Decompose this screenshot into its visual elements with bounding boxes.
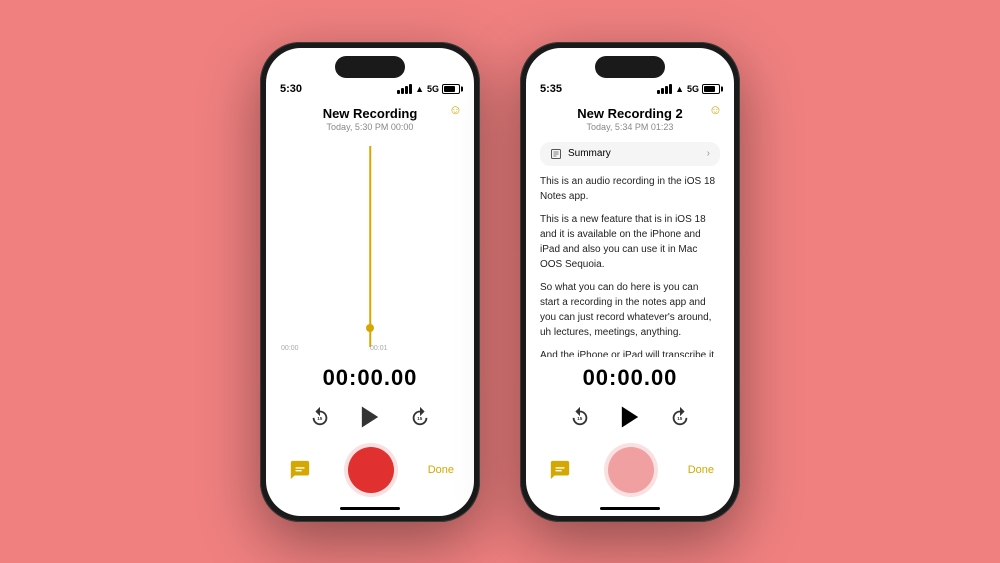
emoji-button-2[interactable]: ☺ [709, 102, 722, 117]
phone-2: 5:35 ▲ 5G [520, 42, 740, 522]
dynamic-island-2 [595, 56, 665, 78]
waveform-canvas-1: 00:00 00:01 [266, 136, 474, 357]
emoji-button-1[interactable]: ☺ [449, 102, 462, 117]
network-type-1: 5G [427, 84, 439, 94]
done-button-1[interactable]: Done [428, 464, 454, 476]
play-button-2[interactable] [614, 401, 646, 433]
status-time-1: 5:30 [280, 83, 302, 95]
summary-icon [550, 148, 562, 160]
transcript-p3: So what you can do here is you can start… [540, 280, 720, 340]
status-bar-2: 5:35 ▲ 5G [526, 78, 734, 98]
phone-2-screen: 5:35 ▲ 5G [526, 48, 734, 516]
svg-text:15: 15 [417, 415, 423, 420]
signal-bars-1 [397, 84, 412, 94]
timeline-label-mid-1: 00:01 [370, 345, 388, 352]
home-indicator-2 [600, 507, 660, 510]
skip-back-button-1[interactable]: 15 [306, 403, 334, 431]
bar2 [401, 88, 404, 94]
bottom-bar-2: Done [526, 441, 734, 503]
phone-1-screen: 5:30 ▲ 5G [266, 48, 474, 516]
skip-back-button-2[interactable]: 15 [566, 403, 594, 431]
playback-controls-1: 15 15 [266, 397, 474, 441]
svg-text:15: 15 [577, 415, 583, 420]
waveform-area-1: 00:00 00:01 [266, 136, 474, 357]
bar2 [661, 88, 664, 94]
chat-button-1[interactable] [286, 456, 314, 484]
transcript-p4: And the iPhone or iPad will transcribe i… [540, 348, 720, 357]
status-time-2: 5:35 [540, 83, 562, 95]
play-button-1[interactable] [354, 401, 386, 433]
skip-forward-button-1[interactable]: 15 [406, 403, 434, 431]
phone-2-body: 5:35 ▲ 5G [520, 42, 740, 522]
battery-fill-1 [444, 86, 455, 92]
timer-text-1: 00:00.00 [323, 365, 418, 390]
status-icons-2: ▲ 5G [657, 84, 720, 94]
summary-label-2: Summary [568, 148, 611, 159]
signal-bars-2 [657, 84, 672, 94]
recording-meta-2: Today, 5:34 PM 01:23 [536, 122, 724, 132]
battery-fill-2 [704, 86, 715, 92]
bar1 [657, 90, 660, 94]
network-type-2: 5G [687, 84, 699, 94]
recording-meta-1: Today, 5:30 PM 00:00 [276, 122, 464, 132]
status-bar-1: 5:30 ▲ 5G [266, 78, 474, 98]
timeline-dot-1 [366, 324, 374, 332]
bar4 [669, 84, 672, 94]
timeline-label-start-1: 00:00 [281, 345, 299, 352]
recording-title-1: New Recording [276, 106, 464, 121]
timeline-line-1 [369, 146, 371, 347]
timeline-labels-1: 00:00 00:01 [266, 345, 474, 352]
recording-header-1: New Recording Today, 5:30 PM 00:00 ☺ [266, 98, 474, 136]
bar3 [665, 86, 668, 94]
summary-button-2[interactable]: Summary › [540, 142, 720, 166]
summary-chevron-2: › [707, 148, 710, 159]
phone-1: 5:30 ▲ 5G [260, 42, 480, 522]
phone-1-body: 5:30 ▲ 5G [260, 42, 480, 522]
summary-btn-left-2: Summary [550, 148, 611, 160]
battery-icon-1 [442, 84, 460, 94]
timer-text-2: 00:00.00 [583, 365, 678, 390]
bar1 [397, 90, 400, 94]
record-button-1[interactable] [348, 447, 394, 493]
chat-button-2[interactable] [546, 456, 574, 484]
svg-text:15: 15 [317, 415, 323, 420]
transcript-p1: This is an audio recording in the iOS 18… [540, 174, 720, 204]
bottom-bar-1: Done [266, 441, 474, 503]
playback-controls-2: 15 15 [526, 397, 734, 441]
transcript-area-2: Summary › This is an audio recording in … [526, 136, 734, 357]
screen-content-2: New Recording 2 Today, 5:34 PM 01:23 ☺ [526, 98, 734, 516]
bar3 [405, 86, 408, 94]
bar4 [409, 84, 412, 94]
recording-header-2: New Recording 2 Today, 5:34 PM 01:23 ☺ [526, 98, 734, 136]
record-button-2[interactable] [608, 447, 654, 493]
svg-text:15: 15 [677, 415, 683, 420]
transcript-p2: This is a new feature that is in iOS 18 … [540, 212, 720, 272]
dynamic-island-1 [335, 56, 405, 78]
done-button-2[interactable]: Done [688, 464, 714, 476]
skip-forward-button-2[interactable]: 15 [666, 403, 694, 431]
recording-title-2: New Recording 2 [536, 106, 724, 121]
timer-display-1: 00:00.00 [266, 357, 474, 397]
wifi-icon-1: ▲ [415, 84, 424, 94]
transcript-text-2: This is an audio recording in the iOS 18… [540, 174, 720, 357]
screen-content-1: New Recording Today, 5:30 PM 00:00 ☺ 00:… [266, 98, 474, 516]
status-icons-1: ▲ 5G [397, 84, 460, 94]
wifi-icon-2: ▲ [675, 84, 684, 94]
home-indicator-1 [340, 507, 400, 510]
battery-icon-2 [702, 84, 720, 94]
timer-display-2: 00:00.00 [526, 357, 734, 397]
